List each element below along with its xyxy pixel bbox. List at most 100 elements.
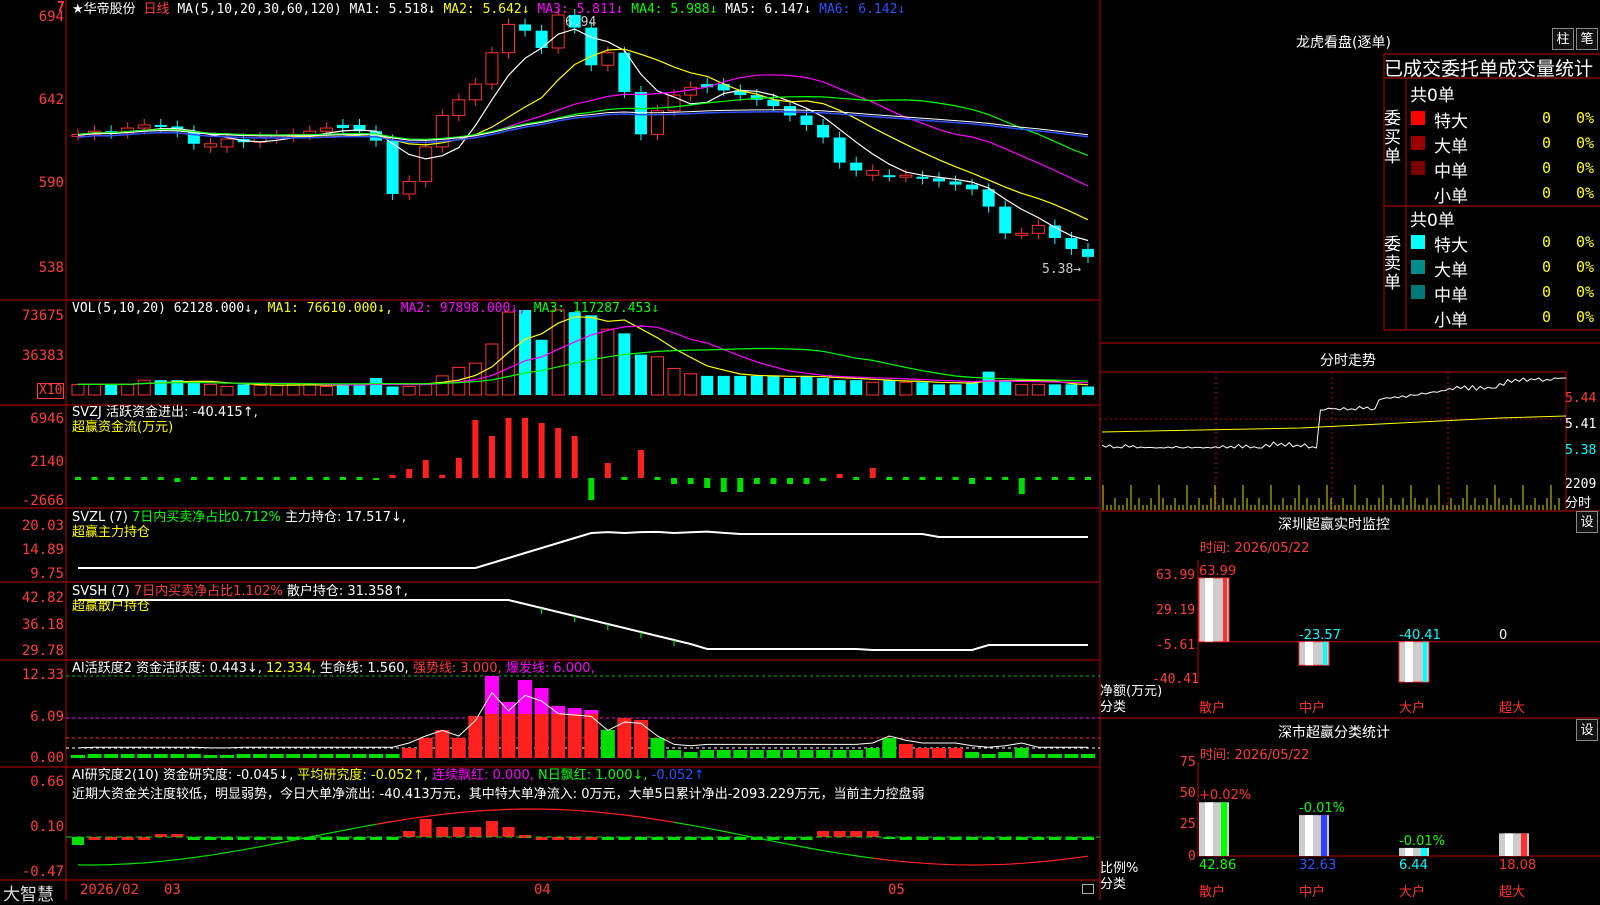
fund-flow-bar-in — [389, 475, 396, 478]
volume-bar-down — [237, 384, 250, 395]
high-price-mark: 6.94 — [565, 15, 597, 30]
volume-bar-down — [817, 378, 830, 395]
order-size-label: 小单 — [1434, 311, 1468, 331]
sz-monitor-axis: 29.19 — [1156, 603, 1196, 618]
svsh-axis-label: 42.82 — [21, 590, 64, 606]
ai-bar — [186, 754, 201, 758]
corner-flag: 7 — [57, 0, 65, 15]
date-tick: 04 — [534, 882, 551, 898]
volume-bar-down — [535, 339, 548, 395]
dragon-title: 龙虎看盘(逐单) — [1296, 35, 1391, 51]
candle-body-up — [220, 138, 234, 148]
ai-activity: 资金活跃度: 0.443↓, — [136, 661, 262, 676]
sz-class-axis: 25 — [1180, 817, 1196, 832]
volume-bar-up — [220, 386, 234, 396]
svzl-label: SVZL (7) — [72, 510, 128, 525]
ai-bar — [385, 754, 400, 758]
fund-flow-bar-out — [687, 478, 694, 484]
ai-bar — [87, 754, 102, 758]
ai-bar — [468, 716, 483, 758]
volume-bar-down — [618, 333, 631, 395]
fund-flow-dot — [257, 477, 264, 480]
candle-body-down — [932, 178, 945, 182]
candle-body-down — [850, 162, 863, 171]
ai-bar — [236, 754, 251, 758]
order-count: 0 — [1542, 134, 1552, 152]
ai-bar — [203, 755, 218, 758]
ai-bar — [402, 748, 417, 758]
ai-bar — [882, 738, 897, 758]
date-tick: 03 — [164, 882, 181, 898]
candle-body-down — [585, 27, 598, 66]
sz-monitor-value-label: 63.99 — [1199, 564, 1237, 579]
sz-class-change-label: -0.01% — [1399, 833, 1445, 849]
sz-monitor-settings-button[interactable]: 设 — [1576, 511, 1598, 533]
volume-bar-up — [270, 384, 284, 396]
vol-unit-badge: X10 — [37, 383, 65, 399]
research-red-streak: 连续飘红: 0.000, — [432, 768, 534, 783]
sz-class-time: 时间: 2026/05/22 — [1200, 748, 1310, 763]
sell-group-label: 委卖单 — [1384, 235, 1401, 293]
kline-chart-area[interactable] — [0, 0, 1600, 900]
lock-icon[interactable] — [1082, 884, 1094, 894]
ai-bar — [898, 744, 913, 758]
candle-body-up — [419, 146, 433, 182]
candle-body-up — [319, 127, 333, 132]
fund-flow-bar-in — [522, 418, 529, 478]
ai-bar — [1031, 754, 1046, 758]
sz-class-value-label: 32.63 — [1299, 858, 1337, 873]
period-label[interactable]: 日线 — [143, 2, 169, 17]
price-axis-label: 590 — [38, 175, 64, 191]
candle-body-up — [899, 174, 913, 178]
sz-class-settings-button[interactable]: 设 — [1576, 719, 1598, 741]
sz-monitor-cat-label: 分类 — [1100, 700, 1127, 715]
ai-bar — [71, 755, 85, 758]
candle-body-down — [1065, 238, 1078, 250]
fund-flow-dot — [91, 477, 98, 480]
tick-mode-button[interactable]: 笔 — [1576, 28, 1598, 50]
ai-bar — [435, 730, 450, 758]
research-axis-label: -0.47 — [21, 864, 64, 880]
sz-monitor-bar-shine — [1205, 578, 1213, 642]
fund-flow-bar-out — [753, 478, 760, 484]
order-size-label: 小单 — [1434, 187, 1468, 207]
research-bar-down — [72, 837, 84, 845]
date-tick: 2026/02 — [80, 882, 140, 898]
ai-bar — [700, 750, 715, 758]
order-percent: 0% — [1576, 308, 1595, 326]
ai-axis-label: 0.00 — [30, 750, 64, 766]
vol-ma2: MA2: 97898.000↓, — [400, 301, 526, 316]
intraday-avg-line — [1101, 415, 1567, 433]
volume-bar-down — [585, 315, 598, 395]
order-size-label: 大单 — [1434, 137, 1468, 157]
sz-class-axis: 75 — [1180, 755, 1196, 770]
svzj-axis-label: 6946 — [30, 411, 64, 427]
sz-monitor-category: 中户 — [1299, 701, 1326, 716]
volume-bar-down — [750, 375, 763, 395]
order-count: 0 — [1542, 184, 1552, 202]
fund-flow-dot — [157, 477, 164, 480]
brand-logo[interactable]: 大智慧 — [3, 880, 54, 905]
svsh-ratio: 7日内买卖净占比1.102% — [133, 584, 283, 599]
ai-bar-burst — [584, 710, 599, 714]
stock-name[interactable]: ★华帝股份 — [72, 2, 136, 17]
ai-bar — [286, 754, 301, 758]
fund-flow-dot — [853, 477, 860, 480]
fund-flow-dot — [919, 477, 926, 480]
volume-bar-down — [833, 380, 846, 395]
ai-bar — [733, 750, 748, 758]
sz-monitor-category: 大户 — [1399, 701, 1426, 716]
fund-flow-dot — [323, 477, 330, 480]
candle-body-down — [767, 99, 780, 107]
ai-bar — [220, 755, 235, 758]
svsh-header: SVSH (7) 7日内买卖净占比1.102% 散户持仓: 31.358↑, 超… — [72, 584, 408, 614]
volume-bar-up — [88, 383, 102, 396]
vol-axis-label: 73675 — [21, 308, 64, 324]
ai-bar — [749, 750, 764, 758]
sz-class-change-label: -0.01% — [1299, 801, 1345, 817]
candle-body-up — [485, 52, 499, 85]
candle-body-up — [303, 130, 317, 135]
research-comment: 近期大资金关注度较低，明显弱势，今日大单净流出: -40.413万元，其中特大单… — [72, 787, 925, 802]
fund-flow-dot — [886, 477, 893, 480]
bar-mode-button[interactable]: 柱 — [1552, 28, 1574, 50]
